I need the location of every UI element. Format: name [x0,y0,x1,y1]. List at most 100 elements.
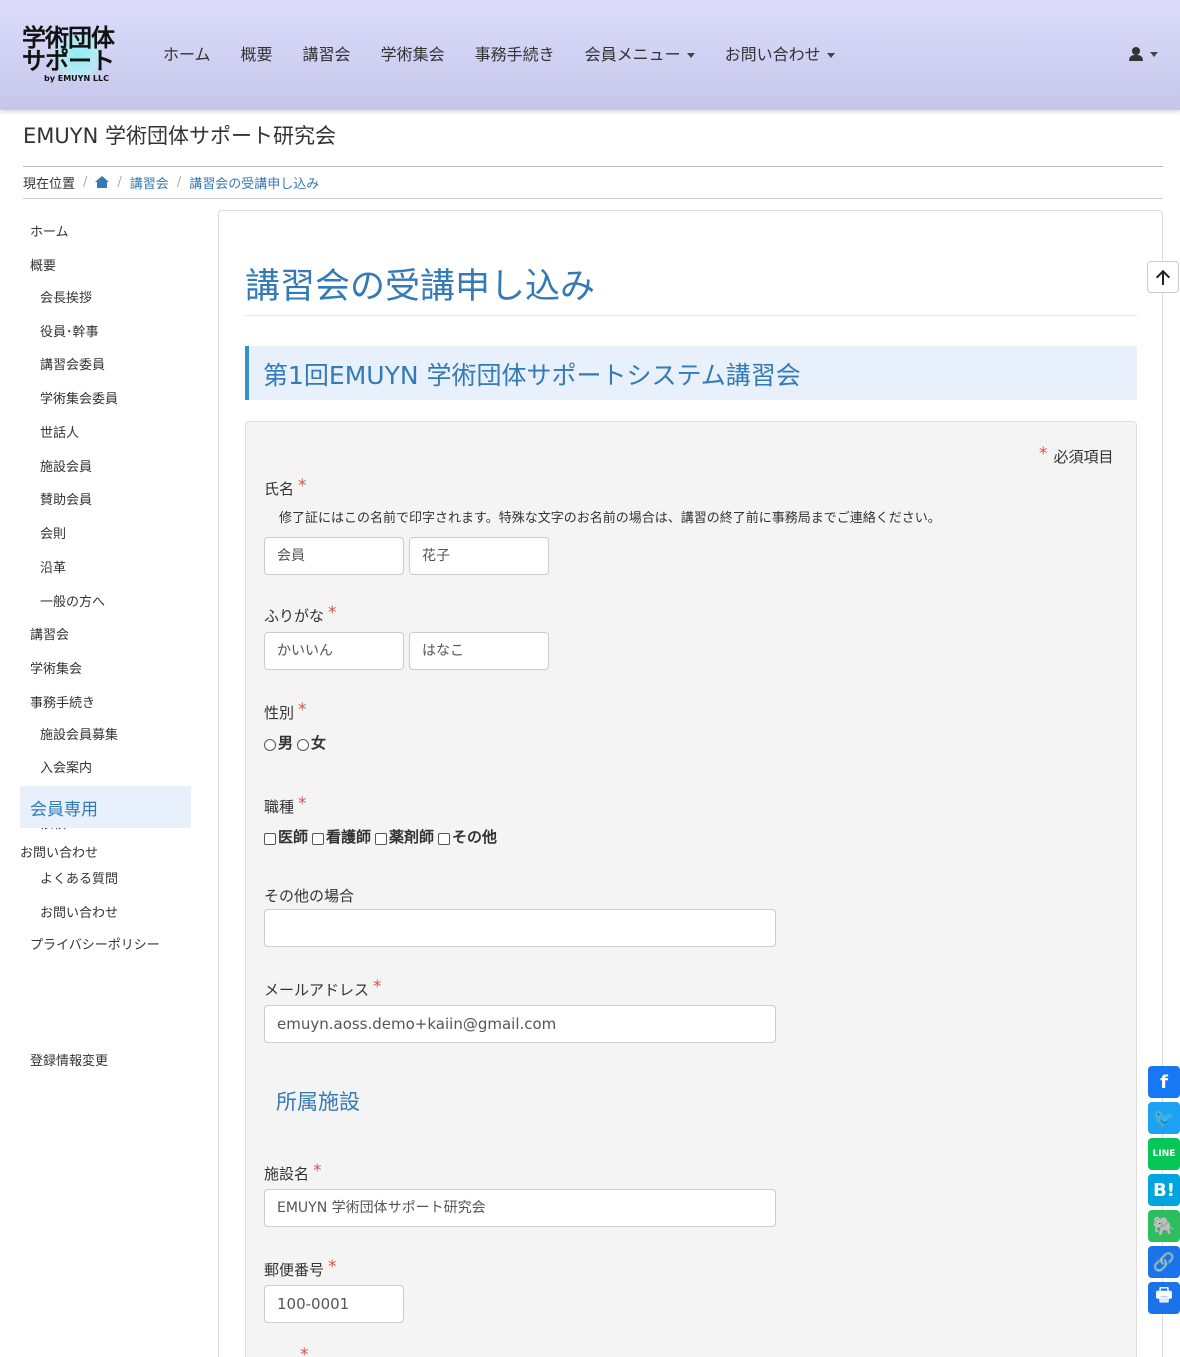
breadcrumb-separator: / [176,175,182,190]
scroll-to-top-button[interactable] [1147,261,1179,293]
sidebar-item[interactable]: 世話人 [40,425,79,443]
gender-label: 性別 * [264,700,307,722]
other-label: その他の場合 [264,887,355,905]
member-only-heading: 会員専用 [20,786,191,828]
affiliation-heading: 所属施設 [276,1090,360,1114]
breadcrumb: 現在位置 / / 講習会 / 講習会の受講申し込み [23,167,1163,199]
job-label: 職種 * [264,794,307,816]
breadcrumb-courses[interactable]: 講習会 [130,173,169,192]
facility-input[interactable]: EMUYN 学術団体サポート研究会 [264,1189,776,1227]
sidebar-item[interactable]: 賛助会員 [40,492,92,510]
nav-procedures[interactable]: 事務手続き [460,44,570,66]
required-asterisk: * [298,700,307,720]
gender-female-radio[interactable] [297,738,310,751]
sidebar-item[interactable]: よくある質問 [40,871,118,889]
job-options: 医師 看護師 薬剤師 その他 [264,826,501,847]
copy-link-icon[interactable]: 🔗 [1148,1246,1180,1278]
job-nurse-checkbox[interactable] [312,832,325,845]
breadcrumb-prefix: 現在位置 [23,177,76,192]
twitter-icon[interactable]: 🐦 [1148,1102,1180,1134]
nav-courses[interactable]: 講習会 [288,44,366,66]
breadcrumb-separator: / [117,175,122,190]
job-nurse-label: 看護師 [326,828,372,846]
sidebar-item[interactable]: ホーム [30,224,69,242]
nav-contact[interactable]: お問い合わせ [710,44,850,66]
breadcrumb-current[interactable]: 講習会の受講申し込み [189,173,319,192]
required-asterisk: * [373,977,382,997]
email-label: メールアドレス * [264,977,382,999]
hatena-icon[interactable]: B! [1148,1174,1180,1206]
sidebar-item[interactable]: 会則 [40,526,66,544]
required-asterisk: * [298,476,307,496]
course-title: 第1回EMUYN 学術団体サポートシステム講習会 [245,346,1137,400]
user-menu-button[interactable] [1128,46,1158,62]
line-icon[interactable]: LINE [1148,1138,1180,1170]
last-name-kana-input[interactable]: かいいん [264,632,404,670]
sidebar-item[interactable]: お問い合わせ [20,845,98,863]
sidebar-item[interactable]: 施設会員 [40,459,92,477]
required-asterisk: * [298,794,307,814]
first-name-kana-input[interactable]: はなこ [409,632,549,670]
arrow-up-icon-head [1155,269,1171,285]
sidebar-item-profile-edit[interactable]: 登録情報変更 [30,1053,108,1071]
page-title: 講習会の受講申し込み [245,267,596,307]
other-input[interactable] [264,909,776,947]
gender-male-label: 男 [278,734,294,752]
sidebar-item[interactable]: 沿革 [40,560,66,578]
sidebar-item[interactable]: 会長挨拶 [40,290,92,308]
required-asterisk: * [1039,444,1048,464]
sidebar-item[interactable]: 講習会 [30,627,69,645]
required-asterisk: * [300,1345,309,1357]
facebook-icon[interactable]: f [1148,1066,1180,1098]
nav-overview[interactable]: 概要 [226,44,288,66]
gender-male-radio[interactable] [264,738,276,751]
nav-meetings[interactable]: 学術集会 [366,44,460,66]
breadcrumb-separator: / [83,175,88,190]
sidebar-item[interactable]: 入会案内 [40,760,92,778]
site-logo[interactable]: 学術団体 サポート by EMUYN LLC [22,24,122,86]
main-nav: ホーム 概要 講習会 学術集会 事務手続き 会員メニュー お問い合わせ [148,44,850,66]
gender-options: 男 女 [264,732,330,753]
job-other-label: その他 [452,828,498,846]
required-asterisk: * [328,603,337,623]
evernote-icon[interactable]: 🐘 [1148,1210,1180,1242]
chevron-down-icon [826,53,835,58]
top-navbar: 学術団体 サポート by EMUYN LLC ホーム 概要 講習会 学術集会 事… [0,0,1180,110]
sidebar-item[interactable]: 事務手続き [30,695,95,713]
sidebar-item[interactable]: 学術集会委員 [40,391,118,409]
job-doctor-checkbox[interactable] [264,832,276,845]
facility-label: 施設名 * [264,1161,322,1183]
sidebar-item[interactable]: 役員･幹事 [40,324,99,342]
user-icon [1128,46,1144,62]
sidebar-item[interactable]: 学術集会 [30,661,82,679]
job-pharmacist-checkbox[interactable] [375,832,388,845]
next-field-label: * [264,1345,309,1357]
home-icon[interactable] [95,176,110,189]
email-input[interactable]: emuyn.aoss.demo+kaiin@gmail.com [264,1005,776,1043]
sidebar-item[interactable]: 施設会員募集 [40,727,118,745]
last-name-input[interactable]: 会員 [264,537,404,575]
sidebar-item[interactable]: 概要 [30,258,56,276]
first-name-input[interactable]: 花子 [409,537,549,575]
job-other-checkbox[interactable] [438,832,451,845]
sidebar-item[interactable]: 一般の方へ [40,594,105,612]
nav-home[interactable]: ホーム [148,44,226,66]
sidebar-item[interactable]: お問い合わせ [40,905,118,923]
kana-label: ふりがな * [264,603,337,625]
job-pharmacist-label: 薬剤師 [389,828,435,846]
logo-byline: by EMUYN LLC [44,74,109,83]
chevron-down-icon [686,53,695,58]
name-help-text: 修了証にはこの名前で印字されます。特殊な文字のお名前の場合は、講習の終了前に事務… [279,511,941,526]
postal-label: 郵便番号 * [264,1257,337,1279]
name-label: 氏名 * [264,476,307,498]
postal-code-input[interactable]: 100-0001 [264,1285,404,1323]
sidebar-item[interactable]: 講習会委員 [40,357,105,375]
print-icon[interactable]: 🖶 [1148,1282,1180,1314]
required-note: * 必須項目 [1039,444,1114,466]
site-title: EMUYN 学術団体サポート研究会 [23,124,336,148]
divider [245,315,1137,316]
sidebar-item[interactable]: プライバシーポリシー [30,937,160,955]
gender-female-label: 女 [311,734,327,752]
required-asterisk: * [313,1161,322,1181]
nav-member-menu[interactable]: 会員メニュー [570,44,710,66]
